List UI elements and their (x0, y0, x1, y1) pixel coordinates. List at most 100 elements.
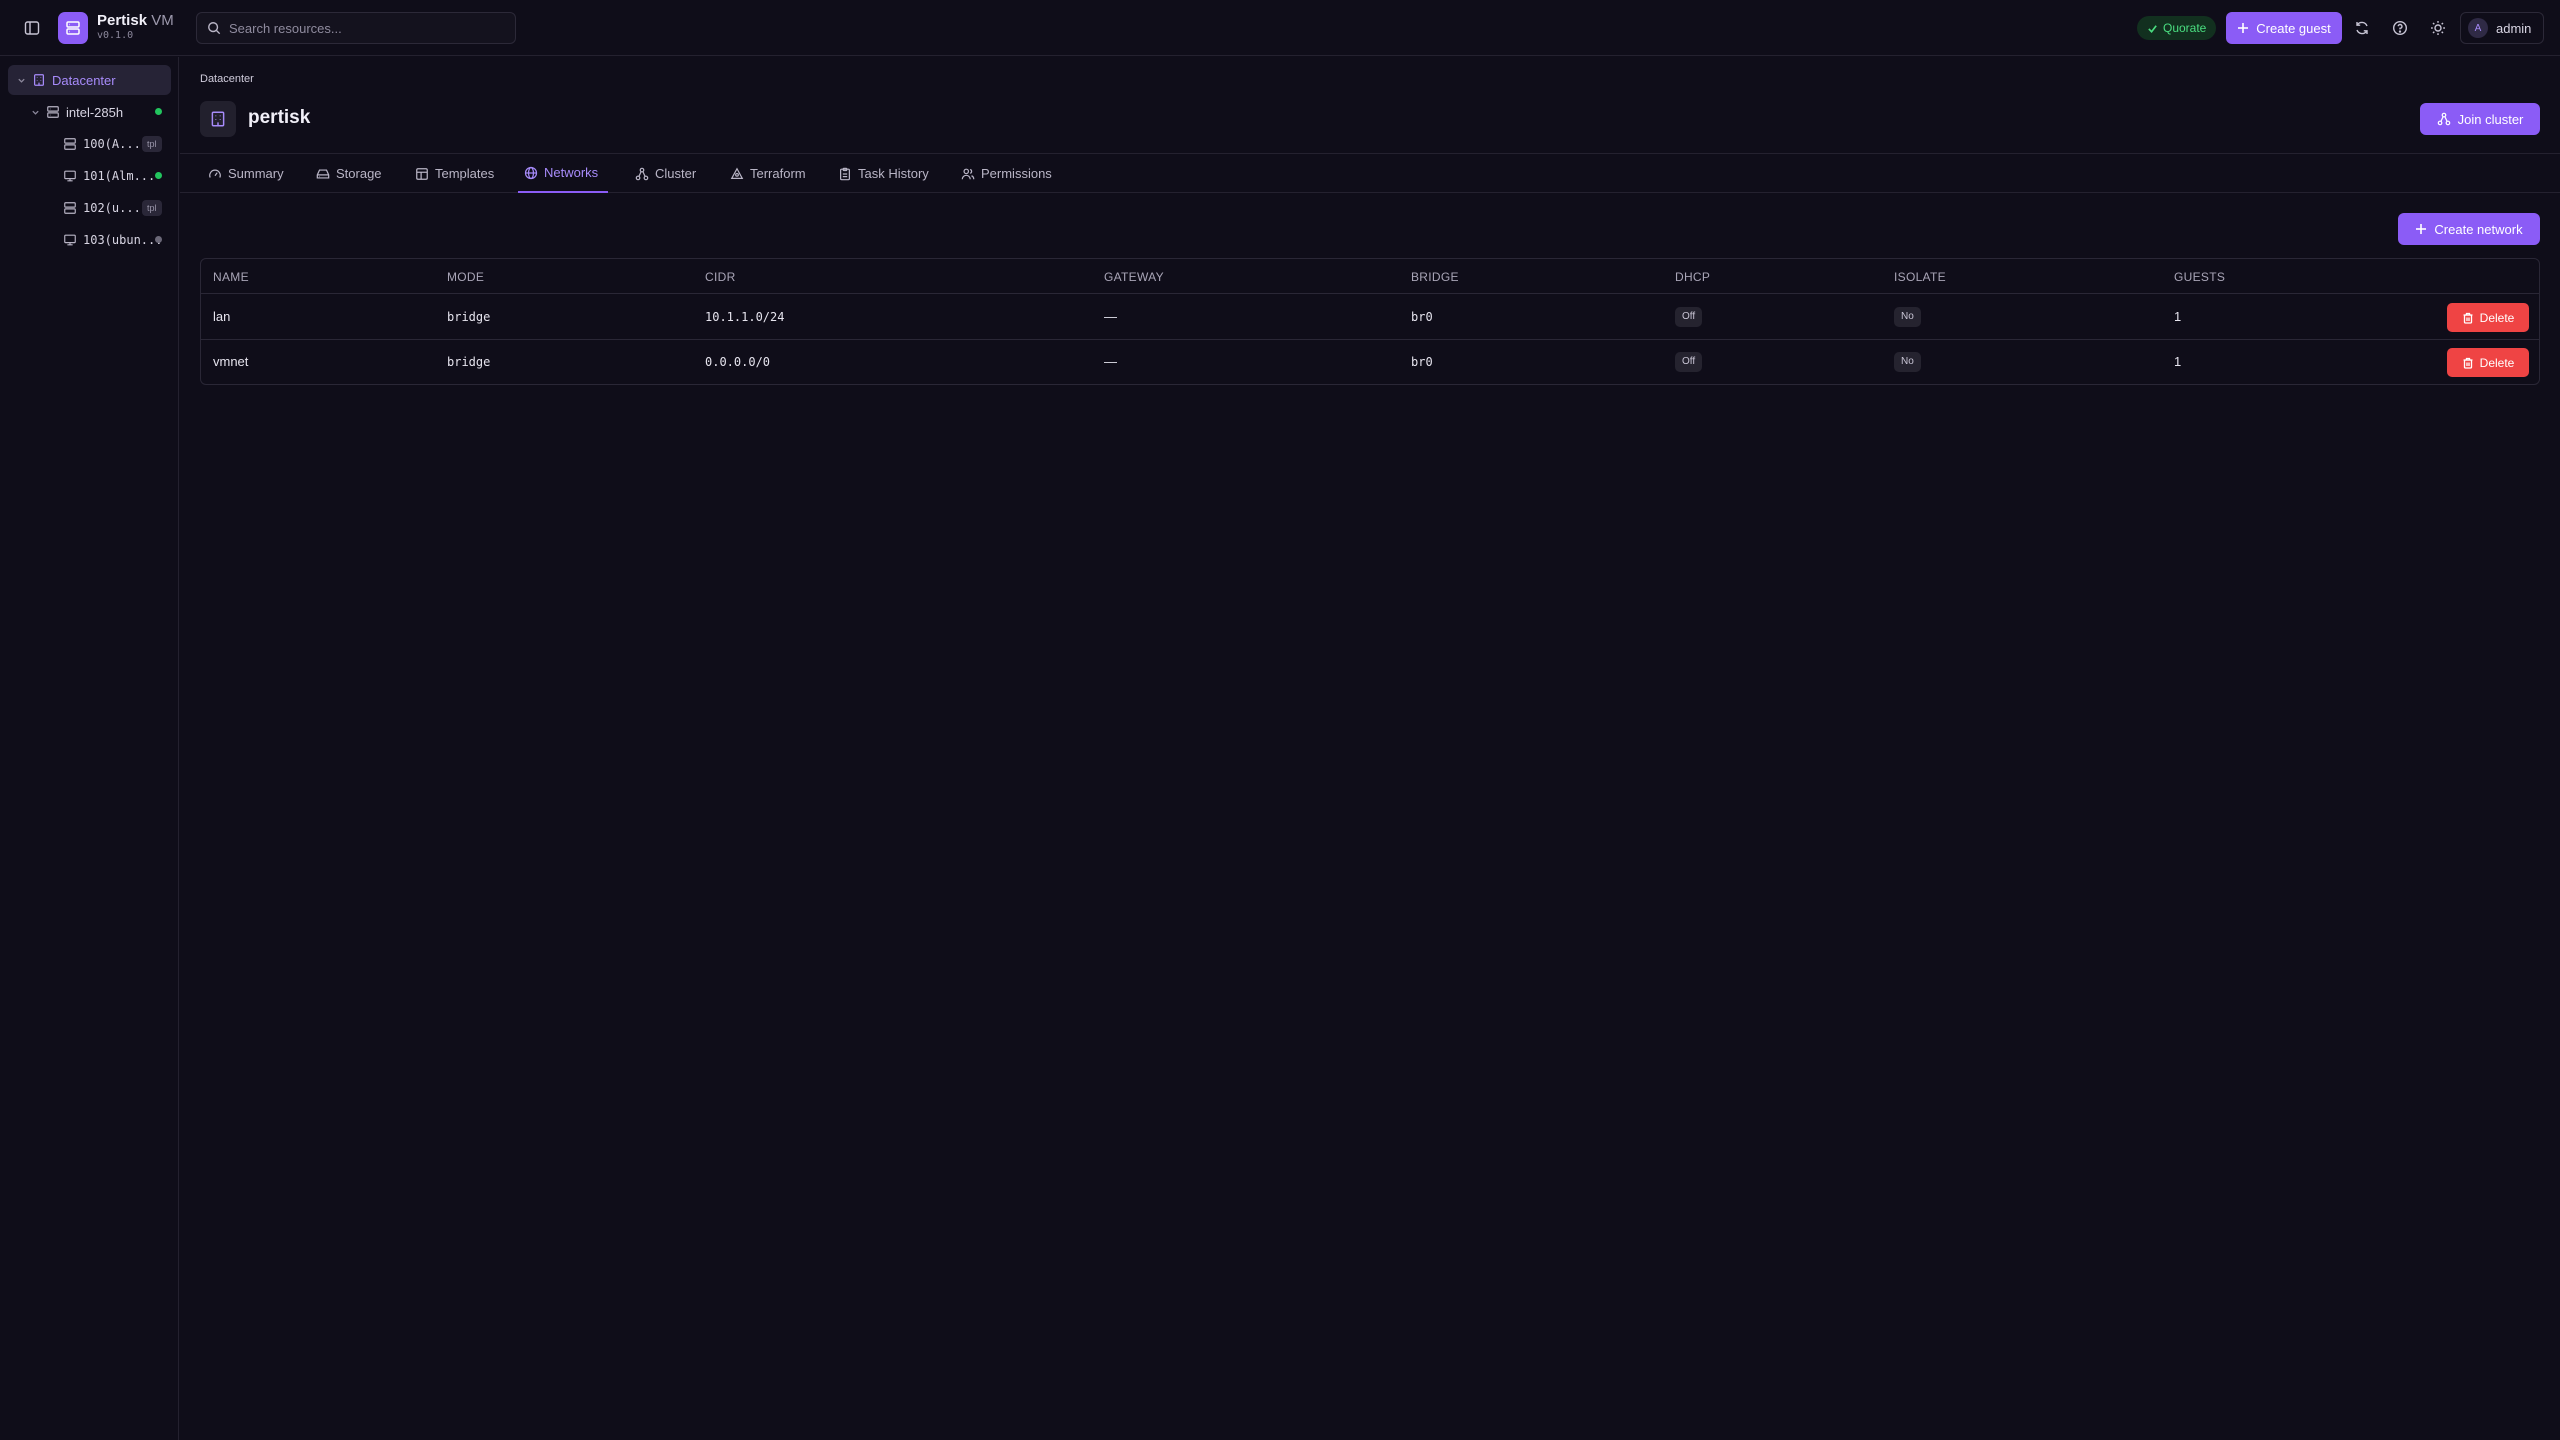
isolate-badge: No (1894, 307, 1921, 327)
tab-task-history[interactable]: Task History (838, 154, 929, 193)
tab-label: Networks (544, 165, 599, 180)
create-network-label: Create network (2434, 221, 2523, 237)
check-icon (2147, 23, 2158, 34)
tab-networks[interactable]: Networks (518, 154, 608, 193)
cell-bridge: br0 (1411, 355, 1433, 369)
tab-cluster[interactable]: Cluster (635, 154, 696, 193)
status-dot-running (155, 172, 162, 179)
cluster-icon (635, 167, 649, 181)
search-box[interactable] (196, 12, 516, 44)
help-icon[interactable] (2384, 12, 2416, 44)
quorate-label: Quorate (2163, 21, 2207, 35)
building-icon (32, 73, 46, 87)
template-tag: tpl (142, 200, 162, 216)
column-header-isolate: ISOLATE (1894, 270, 1946, 284)
chevron-down-icon[interactable] (14, 76, 28, 85)
terraform-icon (730, 166, 744, 181)
status-dot-online (155, 108, 162, 115)
trash-icon (2462, 357, 2474, 369)
plus-icon (2415, 223, 2427, 235)
tree-item-label: 101(Alm... (83, 169, 156, 183)
theme-toggle-icon[interactable] (2422, 12, 2454, 44)
cell-cidr: 0.0.0.0/0 (705, 355, 771, 369)
app-name-text: Pertisk (97, 12, 148, 29)
app-brand: Pertisk VM v0.1.0 (97, 12, 174, 42)
delete-button[interactable]: Delete (2447, 348, 2529, 377)
column-header-mode: MODE (447, 270, 485, 284)
tab-summary[interactable]: Summary (208, 154, 284, 193)
cluster-icon (2437, 112, 2451, 126)
tab-label: Storage (336, 166, 382, 181)
table-row[interactable]: lan bridge 10.1.1.0/24 — br0 Off No 1 De… (201, 295, 2539, 340)
app-version: v0.1.0 (97, 30, 134, 41)
quorate-badge: Quorate (2137, 16, 2217, 40)
cell-cidr: 10.1.1.0/24 (705, 310, 785, 324)
plus-icon (2237, 22, 2249, 34)
join-cluster-label: Join cluster (2457, 111, 2524, 127)
column-header-dhcp: DHCP (1675, 270, 1711, 284)
globe-icon (524, 166, 538, 180)
tree-item-label: 100(A... (83, 137, 141, 151)
tree-item-datacenter[interactable]: Datacenter (8, 65, 171, 95)
template-icon (63, 201, 77, 215)
tab-terraform[interactable]: Terraform (730, 154, 806, 193)
tree-item-guest[interactable]: 101(Alm... (8, 161, 171, 191)
search-input[interactable] (229, 20, 499, 36)
server-icon (46, 105, 60, 119)
tab-permissions[interactable]: Permissions (961, 154, 1052, 193)
table-row[interactable]: vmnet bridge 0.0.0.0/0 — br0 Off No 1 De… (201, 340, 2539, 384)
cell-bridge: br0 (1411, 310, 1433, 324)
tree-item-guest[interactable]: 103(ubun... (8, 225, 171, 255)
user-name: admin (2496, 20, 2532, 36)
status-dot-stopped (155, 236, 162, 243)
create-guest-label: Create guest (2256, 20, 2331, 36)
column-header-guests: GUESTS (2174, 270, 2226, 284)
tab-bar: Summary Storage Templates Networks Clust… (180, 153, 2560, 193)
table-header: NAME MODE CIDR GATEWAY BRIDGE DHCP ISOLA… (201, 259, 2539, 294)
breadcrumb[interactable]: Datacenter (200, 73, 254, 85)
app-logo-icon (58, 12, 88, 44)
dhcp-badge: Off (1675, 307, 1703, 327)
user-menu[interactable]: A admin (2460, 12, 2544, 44)
tree-item-label: 102(u... (83, 201, 141, 215)
tree-item-node[interactable]: intel-285h (8, 97, 171, 127)
delete-label: Delete (2479, 355, 2515, 370)
column-header-gateway: GATEWAY (1104, 270, 1164, 284)
isolate-badge: No (1894, 352, 1921, 372)
tree-item-label: 103(ubun... (83, 233, 163, 247)
tab-label: Templates (435, 166, 495, 181)
chevron-down-icon[interactable] (28, 108, 42, 117)
tab-label: Cluster (655, 166, 697, 181)
tree-item-label: intel-285h (66, 104, 124, 120)
cell-mode: bridge (447, 310, 491, 324)
clipboard-icon (838, 167, 852, 181)
delete-button[interactable]: Delete (2447, 303, 2529, 332)
avatar: A (2468, 18, 2488, 38)
column-header-bridge: BRIDGE (1411, 270, 1459, 284)
cell-guests: 1 (2174, 309, 2182, 324)
template-icon (415, 167, 429, 181)
sidebar-toggle-icon[interactable] (16, 12, 48, 44)
vm-icon (63, 233, 77, 247)
tree-item-guest[interactable]: 100(A... tpl (8, 129, 171, 159)
create-guest-button[interactable]: Create guest (2226, 12, 2342, 44)
tab-label: Terraform (750, 166, 806, 181)
join-cluster-button[interactable]: Join cluster (2420, 103, 2540, 135)
dhcp-badge: Off (1675, 352, 1703, 372)
tab-label: Summary (228, 166, 284, 181)
cell-name: lan (213, 309, 231, 324)
delete-label: Delete (2479, 310, 2515, 325)
template-tag: tpl (142, 136, 162, 152)
column-header-cidr: CIDR (705, 270, 736, 284)
tab-label: Task History (858, 166, 929, 181)
building-icon (200, 101, 236, 137)
trash-icon (2462, 312, 2474, 324)
cell-name: vmnet (213, 354, 249, 369)
create-network-button[interactable]: Create network (2398, 213, 2540, 245)
app-name: Pertisk VM (97, 12, 174, 30)
tab-storage[interactable]: Storage (316, 154, 382, 193)
tab-templates[interactable]: Templates (415, 154, 494, 193)
refresh-icon[interactable] (2346, 12, 2378, 44)
tree-item-guest[interactable]: 102(u... tpl (8, 193, 171, 223)
search-icon (207, 21, 221, 35)
